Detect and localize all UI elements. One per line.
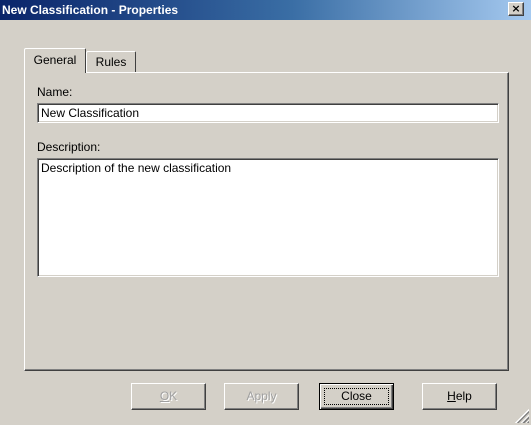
close-label: Close (341, 389, 372, 403)
description-label: Description: (37, 140, 101, 154)
window-title: New Classification - Properties (2, 3, 179, 17)
ok-button[interactable]: OK (131, 383, 206, 410)
help-button[interactable]: Help (422, 383, 497, 410)
close-button[interactable]: Close (319, 383, 394, 410)
tab-general-label: General (33, 53, 77, 67)
description-field[interactable]: Description of the new classification (37, 158, 499, 277)
ok-mnemonic: O (159, 389, 170, 403)
apply-button[interactable]: Apply (224, 383, 299, 410)
tab-general[interactable]: General (24, 48, 86, 73)
tab-rules[interactable]: Rules (86, 51, 136, 72)
resize-grip-icon[interactable] (515, 409, 529, 423)
tab-rules-label: Rules (95, 55, 127, 69)
title-bar[interactable]: New Classification - Properties × (0, 0, 531, 20)
ok-label-rest: K (169, 389, 178, 403)
help-mnemonic: H (447, 389, 456, 403)
help-label-rest: elp (455, 389, 472, 403)
apply-label: Apply (246, 389, 277, 403)
close-icon: × (511, 2, 521, 15)
general-tab-panel: Name: New Classification Description: De… (24, 72, 509, 371)
name-field[interactable]: New Classification (37, 103, 499, 123)
name-label: Name: (37, 85, 73, 99)
close-window-button[interactable]: × (508, 2, 524, 16)
properties-dialog: New Classification - Properties × Genera… (0, 0, 531, 425)
